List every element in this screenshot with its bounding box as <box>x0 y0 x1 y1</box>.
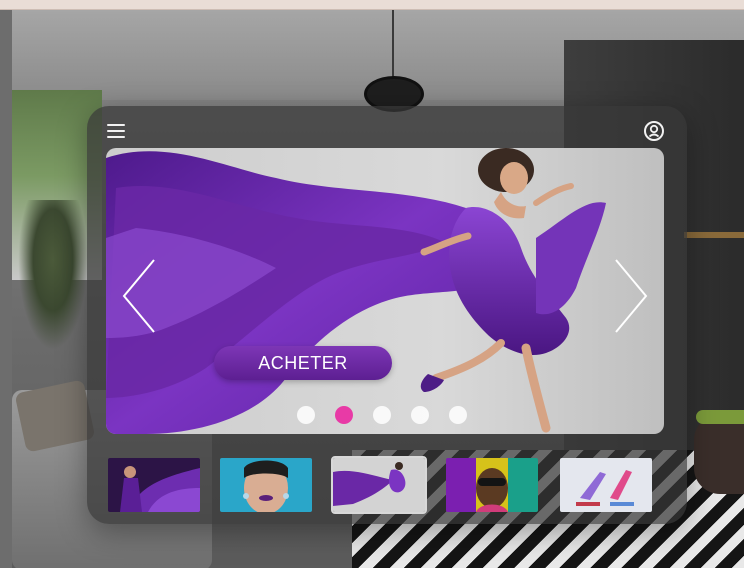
shelf <box>684 232 744 238</box>
carousel-dot-4[interactable] <box>411 406 429 424</box>
shop-panel: ACHETER <box>87 106 687 524</box>
carousel-dot-5[interactable] <box>449 406 467 424</box>
carousel-dot-2-active[interactable] <box>335 406 353 424</box>
thumbnail-strip <box>108 456 668 514</box>
side-table-top <box>696 410 744 424</box>
thumb-purple-gown[interactable] <box>108 458 200 512</box>
side-table <box>694 414 744 494</box>
chevron-right-icon[interactable] <box>610 256 650 336</box>
top-strip <box>0 0 744 10</box>
hero-image-woman-purple-dress <box>106 148 606 434</box>
plant <box>18 200 88 350</box>
carousel-dot-1[interactable] <box>297 406 315 424</box>
chevron-left-icon[interactable] <box>120 256 160 336</box>
hamburger-menu-icon[interactable] <box>107 124 125 138</box>
thumb-colorful-sunglasses-man[interactable] <box>446 458 538 512</box>
thumb-purple-dress-jump[interactable] <box>331 456 427 514</box>
lamp-wire <box>392 10 394 80</box>
buy-button[interactable]: ACHETER <box>214 346 392 380</box>
carousel-pagination <box>297 406 477 424</box>
hero-carousel: ACHETER <box>106 148 664 434</box>
thumb-high-heel-shoes[interactable] <box>560 458 652 512</box>
thumb-purple-lipstick-portrait[interactable] <box>220 458 312 512</box>
user-profile-icon[interactable] <box>643 120 665 142</box>
carousel-dot-3[interactable] <box>373 406 391 424</box>
